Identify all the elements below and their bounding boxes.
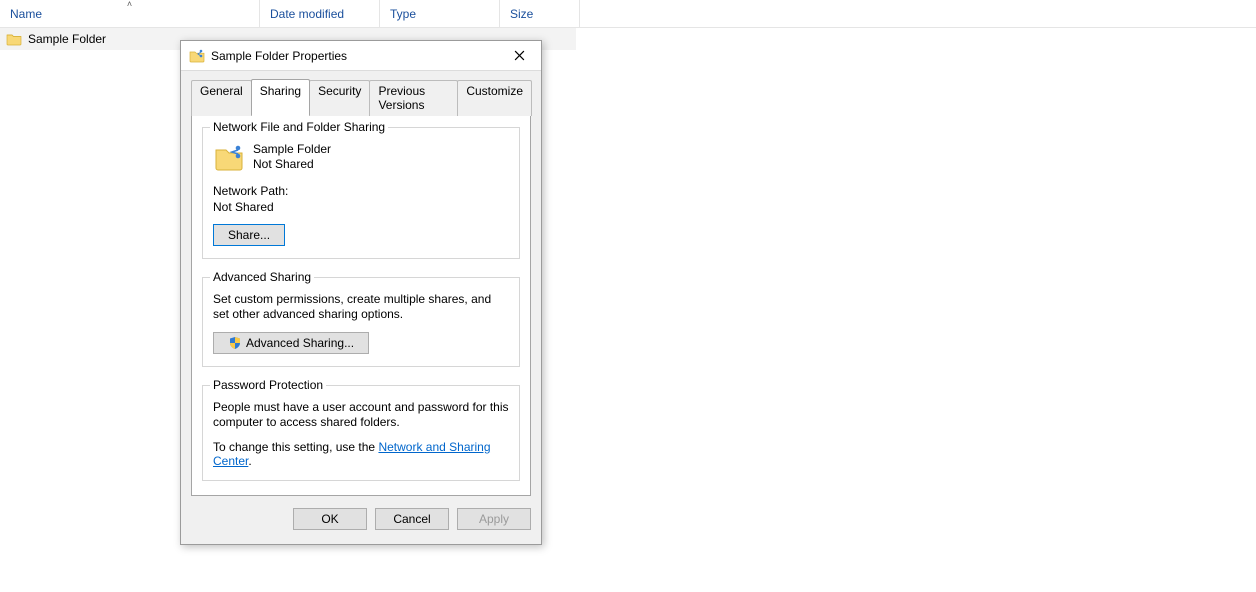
properties-dialog: Sample Folder Properties General Sharing… bbox=[180, 40, 542, 545]
list-item-name: Sample Folder bbox=[28, 32, 106, 46]
password-protection-legend: Password Protection bbox=[210, 378, 326, 392]
column-header-type-label: Type bbox=[390, 7, 416, 21]
column-header-size[interactable]: Size bbox=[500, 0, 580, 27]
shared-folder-state: Not Shared bbox=[253, 157, 331, 172]
advanced-sharing-legend: Advanced Sharing bbox=[210, 270, 314, 284]
tabs: General Sharing Security Previous Versio… bbox=[191, 79, 531, 115]
password-protection-group: Password Protection People must have a u… bbox=[202, 385, 520, 481]
sort-ascending-icon: ˄ bbox=[127, 0, 132, 9]
apply-button[interactable]: Apply bbox=[457, 508, 531, 530]
password-protection-change-prefix: To change this setting, use the bbox=[213, 440, 378, 454]
ok-button[interactable]: OK bbox=[293, 508, 367, 530]
network-path-label: Network Path: bbox=[213, 184, 509, 198]
tab-security[interactable]: Security bbox=[309, 80, 370, 116]
explorer-column-header: Name ˄ Date modified Type Size bbox=[0, 0, 1256, 28]
folder-summary: Sample Folder Not Shared bbox=[213, 142, 509, 174]
tab-customize[interactable]: Customize bbox=[457, 80, 532, 116]
folder-share-large-icon bbox=[213, 142, 245, 174]
advanced-sharing-button[interactable]: Advanced Sharing... bbox=[213, 332, 369, 354]
close-button[interactable] bbox=[499, 42, 539, 70]
column-header-date-label: Date modified bbox=[270, 7, 344, 21]
network-sharing-group: Network File and Folder Sharing Sample F… bbox=[202, 127, 520, 259]
network-sharing-legend: Network File and Folder Sharing bbox=[210, 120, 388, 134]
close-icon bbox=[514, 48, 525, 64]
advanced-sharing-button-label: Advanced Sharing... bbox=[246, 336, 354, 350]
password-protection-change: To change this setting, use the Network … bbox=[213, 440, 509, 468]
share-button[interactable]: Share... bbox=[213, 224, 285, 246]
column-header-date[interactable]: Date modified bbox=[260, 0, 380, 27]
dialog-body: General Sharing Security Previous Versio… bbox=[181, 71, 541, 544]
password-protection-desc: People must have a user account and pass… bbox=[213, 400, 509, 430]
column-header-name[interactable]: Name ˄ bbox=[0, 0, 260, 27]
password-protection-change-suffix: . bbox=[248, 454, 251, 468]
tab-general[interactable]: General bbox=[191, 80, 252, 116]
column-header-name-label: Name bbox=[10, 7, 42, 21]
column-header-size-label: Size bbox=[510, 7, 533, 21]
network-path-value: Not Shared bbox=[213, 200, 509, 214]
tab-content-sharing: Network File and Folder Sharing Sample F… bbox=[191, 114, 531, 496]
tab-sharing[interactable]: Sharing bbox=[251, 79, 310, 115]
dialog-title: Sample Folder Properties bbox=[211, 49, 499, 63]
dialog-buttons: OK Cancel Apply bbox=[191, 496, 531, 534]
folder-share-icon bbox=[189, 48, 205, 64]
folder-icon bbox=[6, 32, 22, 46]
titlebar[interactable]: Sample Folder Properties bbox=[181, 41, 541, 71]
shared-folder-name: Sample Folder bbox=[253, 142, 331, 157]
advanced-sharing-desc: Set custom permissions, create multiple … bbox=[213, 292, 509, 322]
tab-previous-versions[interactable]: Previous Versions bbox=[369, 80, 458, 116]
uac-shield-icon bbox=[228, 336, 242, 350]
column-header-type[interactable]: Type bbox=[380, 0, 500, 27]
cancel-button[interactable]: Cancel bbox=[375, 508, 449, 530]
advanced-sharing-group: Advanced Sharing Set custom permissions,… bbox=[202, 277, 520, 367]
